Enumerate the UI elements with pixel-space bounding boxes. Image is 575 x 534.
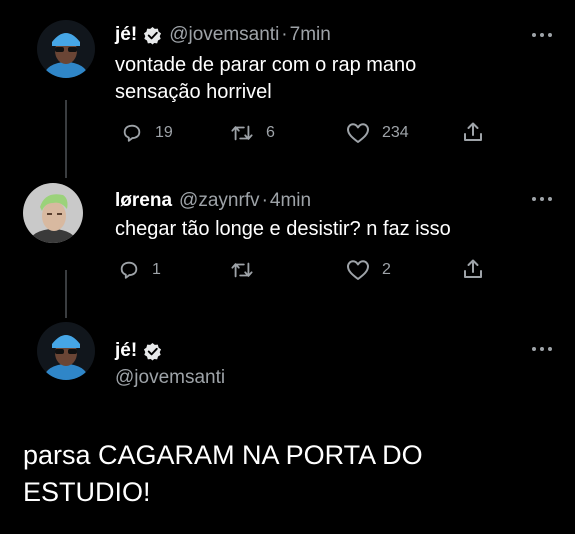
retweet-icon [230,259,254,281]
tweet-text-line: parsa CAGARAM NA PORTA DO [23,440,423,470]
verified-icon [143,342,162,361]
share-button[interactable] [461,120,485,144]
timestamp[interactable]: 4min [270,190,311,212]
tweet-text-line: vontade de parar com o rap mano [115,54,417,76]
retweet-button[interactable] [230,259,254,281]
handle[interactable]: @jovemsanti [169,24,279,46]
thread-line [65,100,67,178]
more-icon[interactable] [530,195,554,203]
more-icon[interactable] [530,31,554,39]
reply-count: 1 [152,261,161,278]
retweet-count: 6 [266,124,275,141]
like-count: 234 [382,124,409,141]
reply-button[interactable]: 19 [121,122,173,144]
reply-count: 19 [155,124,173,141]
tweet-text-line: chegar tão longe e desistir? n faz isso [115,218,451,240]
tweet-header: jé! [115,340,162,362]
separator: · [261,190,268,211]
verified-icon [143,26,162,45]
tweet-header: lørena @zaynrfv · 4min [115,190,311,212]
tweet-text: vontade de parar com o rap mano sensação… [115,52,416,106]
retweet-icon [230,122,254,144]
tweet-text-line: sensação horrivel [115,81,272,103]
display-name[interactable]: lørena [115,190,172,212]
like-count: 2 [382,261,391,278]
share-button[interactable] [461,257,485,281]
more-icon[interactable] [530,345,554,353]
share-icon [461,257,485,281]
display-name[interactable]: jé! [115,340,137,362]
retweet-button[interactable]: 6 [230,122,275,144]
avatar[interactable] [23,183,83,243]
share-icon [461,120,485,144]
reply-icon [118,259,140,281]
separator: · [281,24,288,45]
tweet-text: chegar tão longe e desistir? n faz isso [115,216,451,243]
thread-line [65,270,67,318]
avatar[interactable] [37,20,95,78]
like-button[interactable]: 234 [346,122,409,144]
like-button[interactable]: 2 [346,259,391,281]
avatar[interactable] [37,322,95,380]
tweet-header: jé! @jovemsanti · 7min [115,24,331,46]
display-name[interactable]: jé! [115,24,137,46]
timestamp[interactable]: 7min [290,24,331,46]
tweet-text-line: ESTUDIO! [23,477,151,507]
handle[interactable]: @jovemsanti [115,367,225,389]
tweet-text: parsa CAGARAM NA PORTA DO ESTUDIO! [23,437,563,511]
reply-icon [121,122,143,144]
heart-icon [346,259,370,281]
reply-button[interactable]: 1 [118,259,161,281]
heart-icon [346,122,370,144]
handle[interactable]: @zaynrfv [179,190,260,212]
